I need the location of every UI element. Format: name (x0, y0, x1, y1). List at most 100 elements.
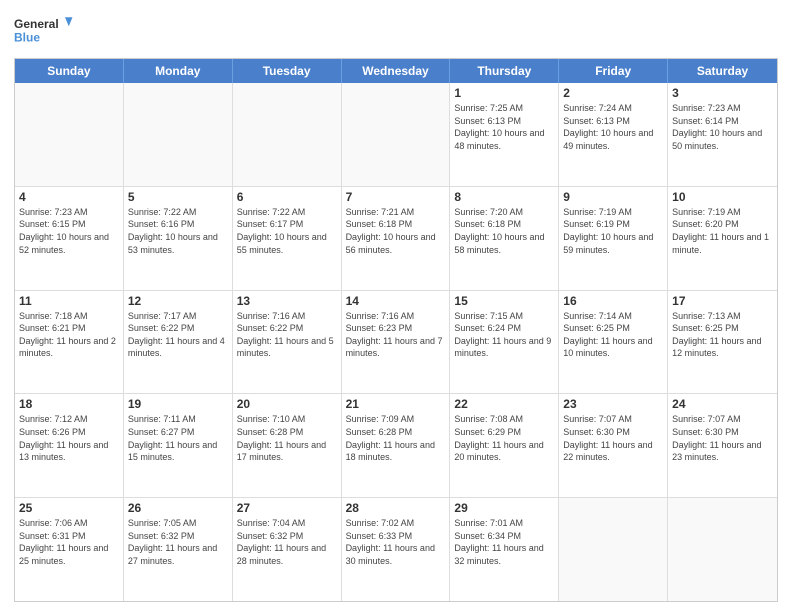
calendar-header-day: Thursday (450, 59, 559, 83)
day-number: 27 (237, 501, 337, 515)
day-number: 24 (672, 397, 773, 411)
day-info: Sunrise: 7:25 AM Sunset: 6:13 PM Dayligh… (454, 102, 554, 152)
day-number: 29 (454, 501, 554, 515)
calendar-cell: 5 Sunrise: 7:22 AM Sunset: 6:16 PM Daylig… (124, 187, 233, 290)
calendar-cell: 13 Sunrise: 7:16 AM Sunset: 6:22 PM Dayli… (233, 291, 342, 394)
day-info: Sunrise: 7:23 AM Sunset: 6:15 PM Dayligh… (19, 206, 119, 256)
day-number: 2 (563, 86, 663, 100)
day-number: 13 (237, 294, 337, 308)
day-info: Sunrise: 7:07 AM Sunset: 6:30 PM Dayligh… (672, 413, 773, 463)
day-number: 12 (128, 294, 228, 308)
calendar-cell: 11Sunrise: 7:18 AM Sunset: 6:21 PM Dayli… (15, 291, 124, 394)
header: General Blue (14, 10, 778, 50)
calendar-cell: 15 Sunrise: 7:15 AM Sunset: 6:24 PM Dayli… (450, 291, 559, 394)
day-number: 20 (237, 397, 337, 411)
day-number: 3 (672, 86, 773, 100)
day-info: Sunrise: 7:16 AM Sunset: 6:22 PM Dayligh… (237, 310, 337, 360)
calendar-cell: 21 Sunrise: 7:09 AM Sunset: 6:28 PM Dayli… (342, 394, 451, 497)
day-info: Sunrise: 7:14 AM Sunset: 6:25 PM Dayligh… (563, 310, 663, 360)
calendar-header-day: Friday (559, 59, 668, 83)
calendar-cell: 24 Sunrise: 7:07 AM Sunset: 6:30 PM Dayli… (668, 394, 777, 497)
day-number: 18 (19, 397, 119, 411)
day-info: Sunrise: 7:06 AM Sunset: 6:31 PM Dayligh… (19, 517, 119, 567)
calendar: SundayMondayTuesdayWednesdayThursdayFrid… (14, 58, 778, 602)
calendar-week-row: 11Sunrise: 7:18 AM Sunset: 6:21 PM Dayli… (15, 290, 777, 394)
calendar-cell: 17 Sunrise: 7:13 AM Sunset: 6:25 PM Dayli… (668, 291, 777, 394)
day-info: Sunrise: 7:12 AM Sunset: 6:26 PM Dayligh… (19, 413, 119, 463)
day-number: 22 (454, 397, 554, 411)
page: General Blue SundayMondayTuesdayWednesda… (0, 0, 792, 612)
day-number: 21 (346, 397, 446, 411)
calendar-cell: 19Sunrise: 7:11 AM Sunset: 6:27 PM Dayli… (124, 394, 233, 497)
day-info: Sunrise: 7:08 AM Sunset: 6:29 PM Dayligh… (454, 413, 554, 463)
calendar-cell-empty (559, 498, 668, 601)
day-info: Sunrise: 7:16 AM Sunset: 6:23 PM Dayligh… (346, 310, 446, 360)
calendar-week-row: 1 Sunrise: 7:25 AM Sunset: 6:13 PM Daylig… (15, 83, 777, 186)
day-number: 8 (454, 190, 554, 204)
calendar-cell: 14 Sunrise: 7:16 AM Sunset: 6:23 PM Dayli… (342, 291, 451, 394)
calendar-header-day: Wednesday (342, 59, 451, 83)
calendar-cell: 18 Sunrise: 7:12 AM Sunset: 6:26 PM Dayli… (15, 394, 124, 497)
calendar-cell: 27 Sunrise: 7:04 AM Sunset: 6:32 PM Dayli… (233, 498, 342, 601)
calendar-cell: 1 Sunrise: 7:25 AM Sunset: 6:13 PM Daylig… (450, 83, 559, 186)
day-number: 9 (563, 190, 663, 204)
calendar-cell: 20 Sunrise: 7:10 AM Sunset: 6:28 PM Dayli… (233, 394, 342, 497)
day-number: 28 (346, 501, 446, 515)
day-info: Sunrise: 7:22 AM Sunset: 6:17 PM Dayligh… (237, 206, 337, 256)
calendar-body: 1 Sunrise: 7:25 AM Sunset: 6:13 PM Daylig… (15, 83, 777, 601)
day-info: Sunrise: 7:24 AM Sunset: 6:13 PM Dayligh… (563, 102, 663, 152)
day-number: 17 (672, 294, 773, 308)
day-info: Sunrise: 7:02 AM Sunset: 6:33 PM Dayligh… (346, 517, 446, 567)
day-number: 1 (454, 86, 554, 100)
day-number: 23 (563, 397, 663, 411)
day-number: 10 (672, 190, 773, 204)
day-number: 14 (346, 294, 446, 308)
day-number: 5 (128, 190, 228, 204)
calendar-cell-empty (124, 83, 233, 186)
day-info: Sunrise: 7:10 AM Sunset: 6:28 PM Dayligh… (237, 413, 337, 463)
day-info: Sunrise: 7:05 AM Sunset: 6:32 PM Dayligh… (128, 517, 228, 567)
calendar-cell: 25 Sunrise: 7:06 AM Sunset: 6:31 PM Dayli… (15, 498, 124, 601)
day-info: Sunrise: 7:23 AM Sunset: 6:14 PM Dayligh… (672, 102, 773, 152)
day-info: Sunrise: 7:01 AM Sunset: 6:34 PM Dayligh… (454, 517, 554, 567)
calendar-cell: 26 Sunrise: 7:05 AM Sunset: 6:32 PM Dayli… (124, 498, 233, 601)
day-number: 11 (19, 294, 119, 308)
day-number: 19 (128, 397, 228, 411)
calendar-header-day: Sunday (15, 59, 124, 83)
day-info: Sunrise: 7:07 AM Sunset: 6:30 PM Dayligh… (563, 413, 663, 463)
calendar-cell: 29 Sunrise: 7:01 AM Sunset: 6:34 PM Dayli… (450, 498, 559, 601)
day-info: Sunrise: 7:04 AM Sunset: 6:32 PM Dayligh… (237, 517, 337, 567)
calendar-cell: 2 Sunrise: 7:24 AM Sunset: 6:13 PM Daylig… (559, 83, 668, 186)
day-info: Sunrise: 7:17 AM Sunset: 6:22 PM Dayligh… (128, 310, 228, 360)
calendar-week-row: 4 Sunrise: 7:23 AM Sunset: 6:15 PM Daylig… (15, 186, 777, 290)
calendar-header-day: Tuesday (233, 59, 342, 83)
day-info: Sunrise: 7:15 AM Sunset: 6:24 PM Dayligh… (454, 310, 554, 360)
calendar-cell: 8Sunrise: 7:20 AM Sunset: 6:18 PM Daylig… (450, 187, 559, 290)
calendar-cell: 16Sunrise: 7:14 AM Sunset: 6:25 PM Dayli… (559, 291, 668, 394)
calendar-cell: 3 Sunrise: 7:23 AM Sunset: 6:14 PM Daylig… (668, 83, 777, 186)
day-info: Sunrise: 7:21 AM Sunset: 6:18 PM Dayligh… (346, 206, 446, 256)
calendar-cell-empty (15, 83, 124, 186)
day-number: 15 (454, 294, 554, 308)
day-number: 26 (128, 501, 228, 515)
day-info: Sunrise: 7:19 AM Sunset: 6:19 PM Dayligh… (563, 206, 663, 256)
calendar-cell-empty (668, 498, 777, 601)
calendar-cell-empty (233, 83, 342, 186)
calendar-cell: 4 Sunrise: 7:23 AM Sunset: 6:15 PM Daylig… (15, 187, 124, 290)
calendar-cell: 22 Sunrise: 7:08 AM Sunset: 6:29 PM Dayli… (450, 394, 559, 497)
day-info: Sunrise: 7:09 AM Sunset: 6:28 PM Dayligh… (346, 413, 446, 463)
calendar-week-row: 25 Sunrise: 7:06 AM Sunset: 6:31 PM Dayli… (15, 497, 777, 601)
day-info: Sunrise: 7:19 AM Sunset: 6:20 PM Dayligh… (672, 206, 773, 256)
calendar-cell: 23 Sunrise: 7:07 AM Sunset: 6:30 PM Dayli… (559, 394, 668, 497)
day-number: 25 (19, 501, 119, 515)
calendar-header-day: Saturday (668, 59, 777, 83)
calendar-header-row: SundayMondayTuesdayWednesdayThursdayFrid… (15, 59, 777, 83)
calendar-cell: 6Sunrise: 7:22 AM Sunset: 6:17 PM Daylig… (233, 187, 342, 290)
day-info: Sunrise: 7:13 AM Sunset: 6:25 PM Dayligh… (672, 310, 773, 360)
svg-text:General: General (14, 17, 59, 31)
day-number: 7 (346, 190, 446, 204)
day-info: Sunrise: 7:22 AM Sunset: 6:16 PM Dayligh… (128, 206, 228, 256)
day-number: 4 (19, 190, 119, 204)
calendar-week-row: 18 Sunrise: 7:12 AM Sunset: 6:26 PM Dayli… (15, 393, 777, 497)
calendar-header-day: Monday (124, 59, 233, 83)
